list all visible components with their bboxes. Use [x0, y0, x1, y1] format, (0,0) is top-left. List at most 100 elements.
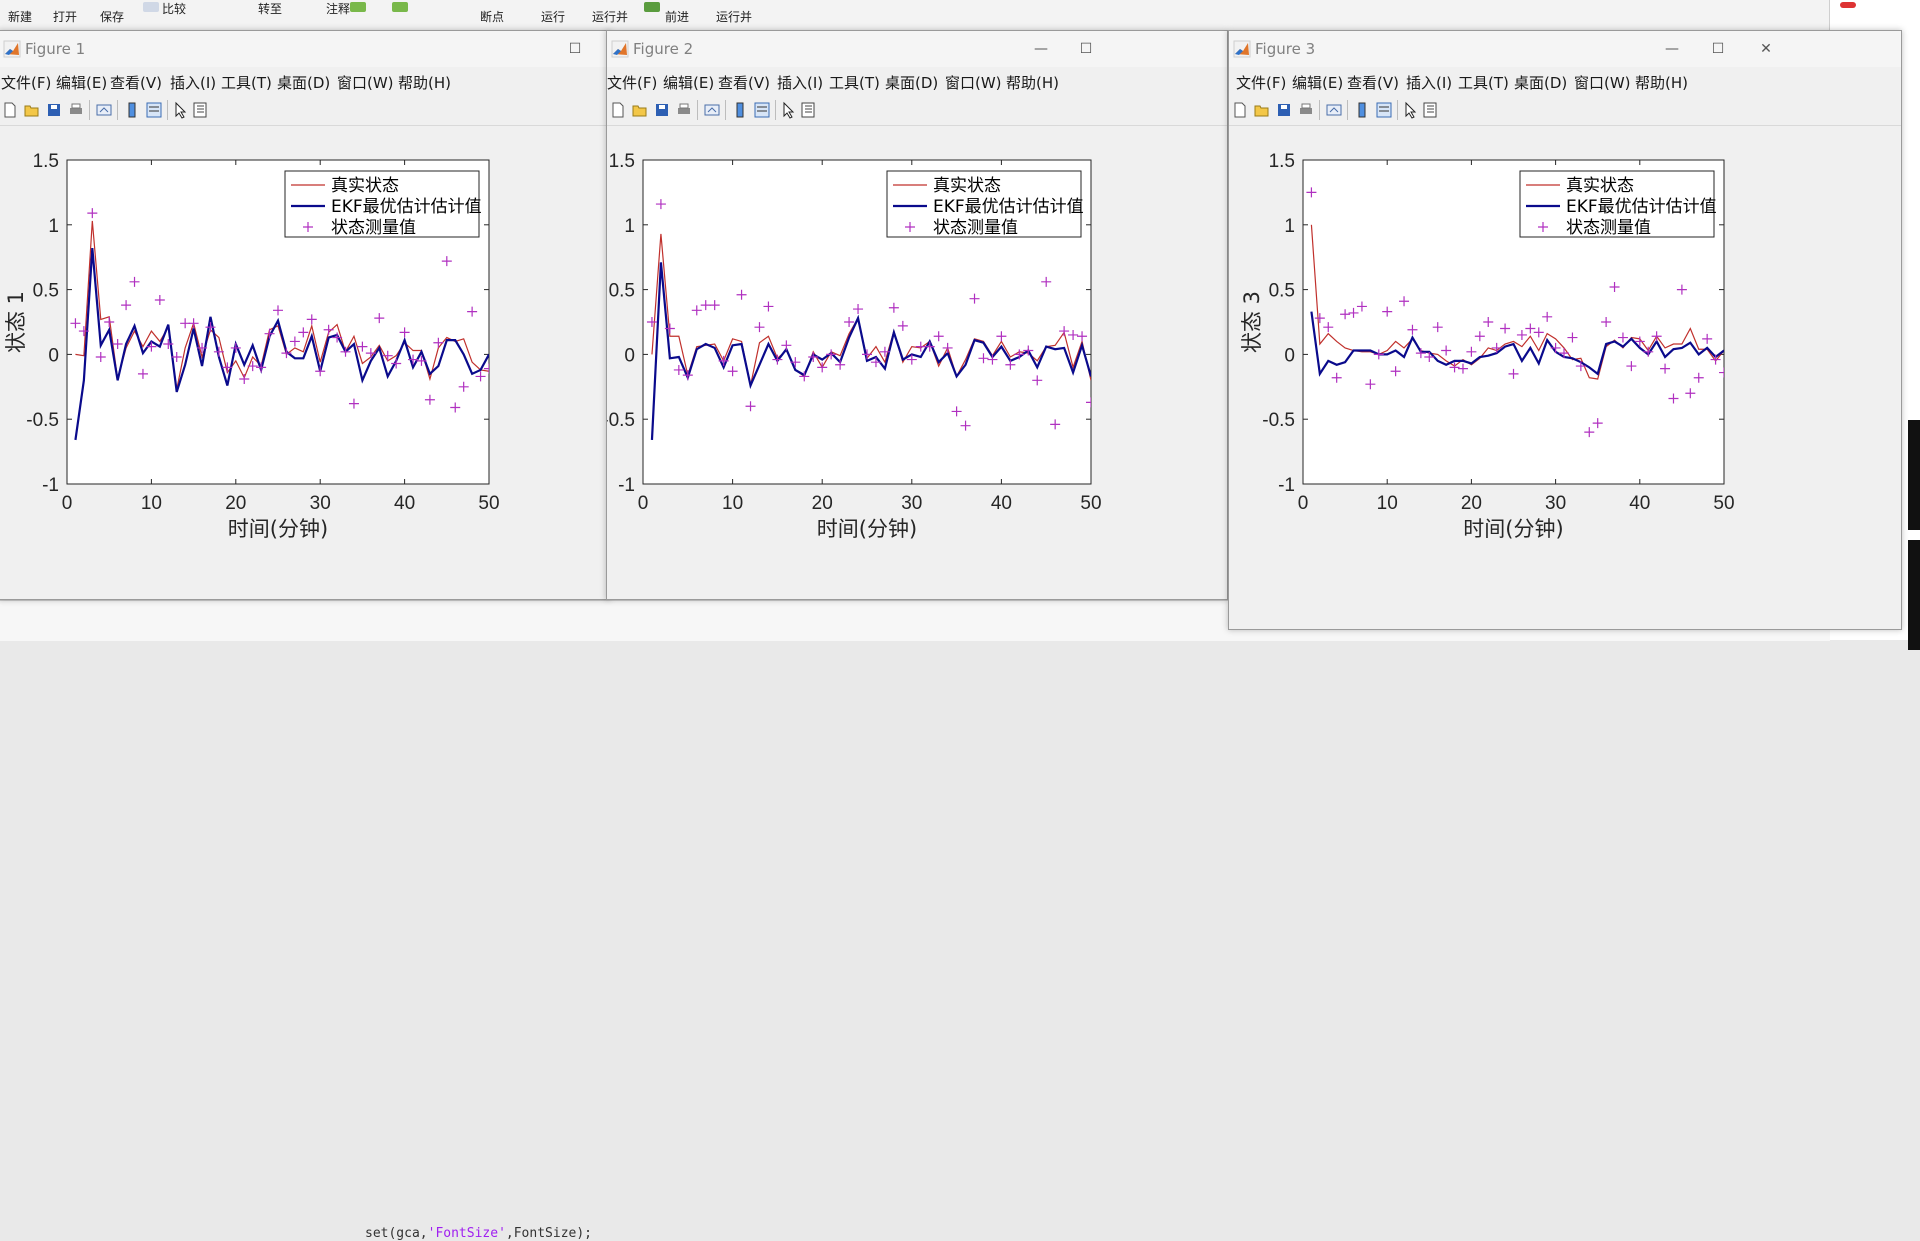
menu-item-5[interactable]: 桌面(D) [277, 72, 330, 93]
axes-plot[interactable]: 0 10 20 30 40 50 -1 -0.5 0 0.5 1 1.5 时间(分钟) 状态 3 真实状态E… [1229, 126, 1901, 630]
new-figure-icon[interactable] [609, 101, 627, 119]
colorbar-icon[interactable] [731, 101, 749, 119]
legend-icon[interactable] [1375, 101, 1393, 119]
save-icon[interactable] [653, 101, 671, 119]
menu-item-2[interactable]: 查看(V) [718, 72, 770, 93]
menu-item-4[interactable]: 工具(T) [1458, 72, 1509, 93]
menu-item-1[interactable]: 编辑(E) [56, 72, 107, 93]
maximize-button[interactable]: ☐ [562, 37, 588, 61]
edit-plot-arrow-icon[interactable] [1402, 101, 1420, 119]
toolbar-separator [89, 100, 90, 120]
title-bar[interactable]: Figure 1 — ☐ ✕ [0, 31, 609, 67]
menu-item-6[interactable]: 窗口(W) [1574, 72, 1631, 93]
axes-plot[interactable]: 0 10 20 30 40 50 -1 -0.5 0 0.5 1 1.5 时间(分钟) 状态 1 真实状态E… [0, 126, 609, 600]
print-icon[interactable] [67, 101, 85, 119]
new-figure-icon[interactable] [1231, 101, 1249, 119]
print-icon[interactable] [675, 101, 693, 119]
open-file-icon[interactable] [631, 101, 649, 119]
toolbar-separator [1397, 100, 1398, 120]
toolstrip-breakpoints-button[interactable]: 断点 [480, 8, 504, 25]
new-figure-icon[interactable] [1, 101, 19, 119]
maximize-icon: ☐ [1711, 41, 1725, 57]
x-tick-label: 0 [1298, 493, 1309, 514]
background-status-icon [1840, 2, 1856, 8]
menu-item-0[interactable]: 文件(F) [607, 72, 657, 93]
title-bar[interactable]: Figure 2 — ☐ ✕ [607, 31, 1227, 67]
x-axis-label: 时间(分钟) [817, 517, 917, 541]
legend-label: 真实状态 [1566, 176, 1634, 196]
menu-item-7[interactable]: 帮助(H) [1635, 72, 1688, 93]
property-inspector-icon[interactable] [799, 101, 817, 119]
menu-item-3[interactable]: 插入(I) [1406, 72, 1452, 93]
toolstrip-run-button[interactable]: 运行 [541, 8, 565, 25]
y-tick-label: 1 [624, 216, 635, 237]
menu-item-3[interactable]: 插入(I) [777, 72, 823, 93]
figure-window-2[interactable]: Figure 2 — ☐ ✕ 文件(F) 编辑(E)查看(V) 插入(I) 工具(T)… [606, 30, 1228, 600]
menu-item-6[interactable]: 窗口(W) [337, 72, 394, 93]
menu-item-1[interactable]: 编辑(E) [1292, 72, 1343, 93]
x-tick-label: 30 [901, 493, 922, 514]
axes-plot[interactable]: 01020304050-1-0.500.511.5时间(分钟)状态 2真实状态E… [607, 126, 1227, 600]
save-icon[interactable] [1275, 101, 1293, 119]
property-inspector-icon[interactable] [191, 101, 209, 119]
toolstrip-save-button[interactable]: 保存 [100, 8, 124, 25]
menu-item-4[interactable]: 工具(T) [829, 72, 880, 93]
title-bar[interactable]: Figure 3 — ☐ ✕ [1229, 31, 1901, 67]
property-inspector-icon[interactable] [1421, 101, 1439, 119]
link-plot-icon[interactable] [1325, 101, 1343, 119]
toolstrip-run-time-button[interactable]: 运行并 [716, 8, 752, 25]
menu-item-5[interactable]: 桌面(D) [885, 72, 938, 93]
edit-plot-arrow-icon[interactable] [172, 101, 190, 119]
save-icon[interactable] [45, 101, 63, 119]
y-tick-label: 1.5 [609, 151, 635, 172]
menu-item-7[interactable]: 帮助(H) [1006, 72, 1059, 93]
legend-icon[interactable] [145, 101, 163, 119]
figure-toolbar [0, 95, 609, 126]
legend-label: EKF最优估计估计值 [1566, 197, 1717, 217]
toolstrip-comment-button[interactable]: 注释 [326, 0, 350, 17]
menu-item-0[interactable]: 文件(F) [1236, 72, 1286, 93]
open-file-icon[interactable] [23, 101, 41, 119]
toolstrip-goto-button[interactable]: 转至 [258, 0, 282, 17]
menu-item-2[interactable]: 查看(V) [110, 72, 162, 93]
link-plot-icon[interactable] [95, 101, 113, 119]
y-tick-label: 1.5 [1269, 151, 1295, 172]
code-string: 'FontSize' [427, 1226, 506, 1241]
toolstrip-run-advance-button[interactable]: 运行并 [592, 8, 628, 25]
toolstrip-open-button[interactable]: 打开 [53, 8, 77, 25]
link-plot-icon[interactable] [703, 101, 721, 119]
x-tick-label: 40 [1629, 493, 1650, 514]
toolstrip-compare-button[interactable]: 比较 [162, 0, 186, 17]
edit-plot-arrow-icon[interactable] [780, 101, 798, 119]
colorbar-icon[interactable] [1353, 101, 1371, 119]
legend-icon[interactable] [753, 101, 771, 119]
menu-item-3[interactable]: 插入(I) [170, 72, 216, 93]
menu-item-5[interactable]: 桌面(D) [1514, 72, 1567, 93]
minimize-button[interactable]: — [1028, 37, 1054, 61]
close-button[interactable]: ✕ [1753, 37, 1779, 61]
menu-item-2[interactable]: 查看(V) [1347, 72, 1399, 93]
maximize-button[interactable]: ☐ [1705, 37, 1731, 61]
colorbar-icon[interactable] [123, 101, 141, 119]
y-axis-label: 状态 3 [1240, 291, 1264, 353]
plot-area: 0 10 20 30 40 50 -1 -0.5 0 0.5 1 1.5 时间(分钟) 状态 3 真实状态 E… [1229, 126, 1901, 630]
maximize-button[interactable]: ☐ [1073, 37, 1099, 61]
print-icon[interactable] [1297, 101, 1315, 119]
menu-item-1[interactable]: 编辑(E) [663, 72, 714, 93]
toolbar-separator [117, 100, 118, 120]
y-tick-label: -0.5 [607, 410, 635, 431]
menu-item-6[interactable]: 窗口(W) [945, 72, 1002, 93]
minimize-button[interactable]: — [1659, 37, 1685, 61]
toolstrip-new-button[interactable]: 新建 [8, 8, 32, 25]
matlab-logo-icon [1233, 40, 1251, 58]
menu-item-0[interactable]: 文件(F) [1, 72, 51, 93]
toolstrip-advance-button[interactable]: 前进 [665, 8, 689, 25]
background-panel-edge [1908, 420, 1920, 530]
figure-window-1[interactable]: Figure 1 — ☐ ✕ 文件(F)编辑(E)查看(V) 插入(I)工具(T)… [0, 30, 610, 600]
menu-item-4[interactable]: 工具(T) [221, 72, 272, 93]
x-tick-label: 50 [1080, 493, 1101, 514]
figure-window-3[interactable]: Figure 3 — ☐ ✕ 文件(F) 编辑(E) 查看(V) 插入(I) 工具(T)… [1228, 30, 1902, 630]
open-file-icon[interactable] [1253, 101, 1271, 119]
menu-item-7[interactable]: 帮助(H) [398, 72, 451, 93]
toolbar-separator [1319, 100, 1320, 120]
